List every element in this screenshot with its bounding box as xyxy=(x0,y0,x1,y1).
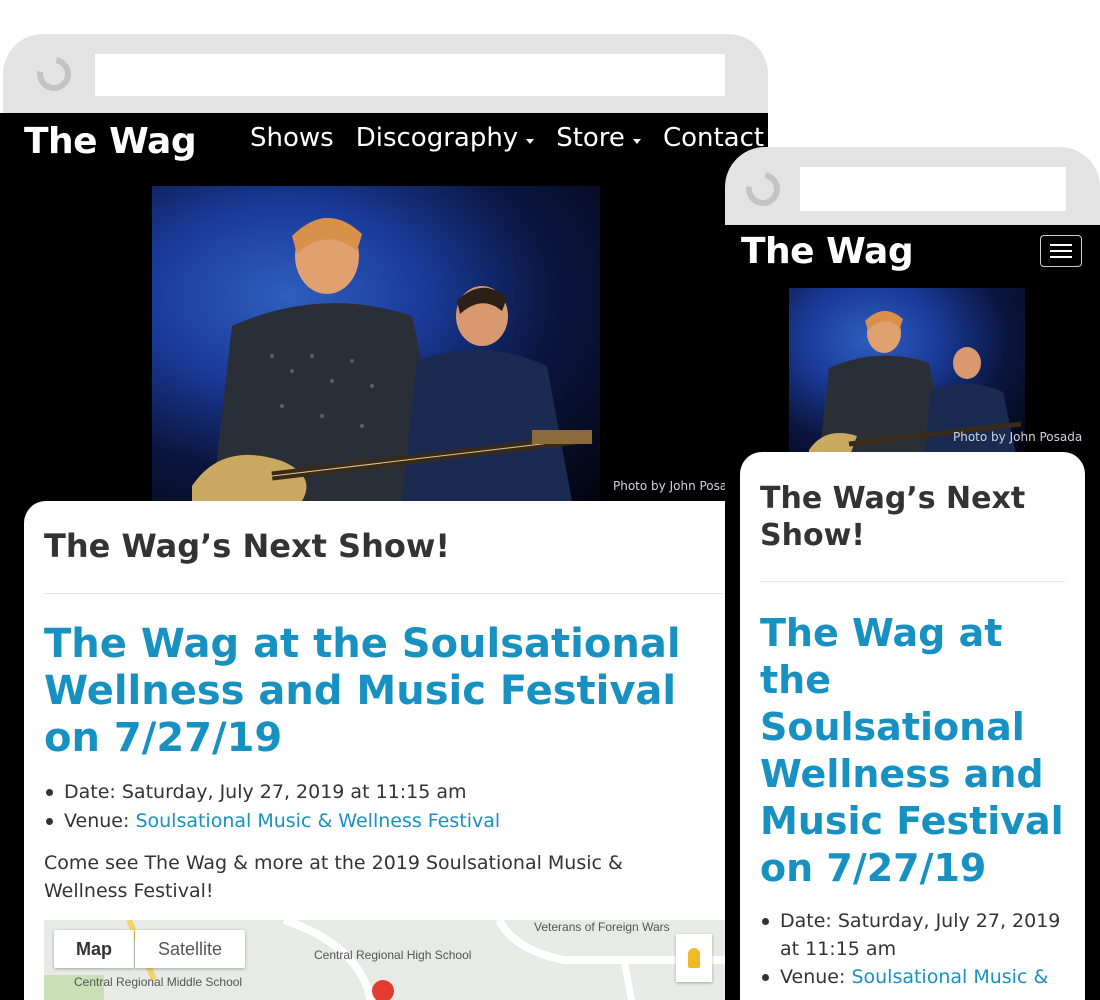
desktop-page: The Wag Shows Discography Store Contact xyxy=(0,113,768,1000)
map-label-middle-school: Central Regional Middle School xyxy=(74,975,243,989)
nav-store[interactable]: Store xyxy=(556,123,641,153)
next-show-card: The Wag’s Next Show! The Wag at the Soul… xyxy=(24,501,768,1000)
mobile-address-bar[interactable] xyxy=(800,167,1066,211)
nav-discography[interactable]: Discography xyxy=(356,123,535,153)
desktop-address-bar[interactable] xyxy=(95,54,725,96)
event-venue: Venue: Soulsational Music & xyxy=(740,963,1070,991)
venue-label: Venue: xyxy=(64,810,130,832)
map-type-satellite-button[interactable]: Satellite xyxy=(135,930,245,968)
event-details: Date: Saturday, July 27, 2019 at 11:15 a… xyxy=(740,907,1070,991)
photo-credit: Photo by John Posad xyxy=(613,479,735,493)
nav-shows-label: Shows xyxy=(250,123,334,153)
dropdown-caret-icon xyxy=(632,138,641,144)
hamburger-menu-icon[interactable] xyxy=(1040,235,1082,267)
event-date: Date: Saturday, July 27, 2019 at 11:15 a… xyxy=(740,907,1070,963)
divider xyxy=(760,581,1065,582)
date-label: Date: xyxy=(780,910,832,932)
date-value: Saturday, July 27, 2019 at 11:15 am xyxy=(121,781,467,803)
date-label: Date: xyxy=(64,781,116,803)
next-show-card: The Wag’s Next Show! The Wag at the Soul… xyxy=(740,452,1085,1000)
page-title: The Wag’s Next Show! xyxy=(760,481,1026,553)
nav-store-label: Store xyxy=(556,123,625,153)
street-view-control[interactable] xyxy=(676,934,712,982)
hero-photo-illustration xyxy=(192,217,593,501)
nav-shows[interactable]: Shows xyxy=(250,123,334,153)
page-title: The Wag’s Next Show! xyxy=(44,527,450,565)
event-title[interactable]: The Wag at the Soulsational Wellness and… xyxy=(44,621,734,763)
pegman-icon xyxy=(688,948,700,968)
hero-photo xyxy=(152,186,600,501)
nav-discography-label: Discography xyxy=(355,123,519,153)
event-details: Date: Saturday, July 27, 2019 at 11:15 a… xyxy=(24,778,724,836)
venue-map[interactable]: Map Satellite Veterans of Foreign Wars C… xyxy=(44,920,744,1000)
event-date: Date: Saturday, July 27, 2019 at 11:15 a… xyxy=(24,778,724,807)
venue-link[interactable]: Soulsational Music & Wellness Festival xyxy=(135,810,500,832)
divider xyxy=(44,593,724,594)
main-nav: Shows Discography Store Contact xyxy=(250,123,764,153)
dropdown-caret-icon xyxy=(526,138,535,144)
venue-label: Venue: xyxy=(780,966,846,988)
event-description: Come see The Wag & more at the 2019 Soul… xyxy=(44,852,623,902)
map-label-vfw: Veterans of Foreign Wars xyxy=(534,920,670,934)
map-label-high-school: Central Regional High School xyxy=(314,948,472,962)
venue-link[interactable]: Soulsational Music & xyxy=(851,966,1048,988)
nav-contact[interactable]: Contact xyxy=(663,123,764,153)
site-brand[interactable]: The Wag xyxy=(741,231,914,272)
mobile-page: The Wag Photo by John Posada The Wag’s N… xyxy=(725,225,1100,1000)
nav-contact-label: Contact xyxy=(662,123,765,153)
map-type-map-button[interactable]: Map xyxy=(54,930,134,968)
event-title[interactable]: The Wag at the Soulsational Wellness and… xyxy=(760,610,1070,892)
site-brand[interactable]: The Wag xyxy=(24,121,197,162)
event-venue: Venue: Soulsational Music & Wellness Fes… xyxy=(24,807,724,836)
photo-credit: Photo by John Posada xyxy=(953,430,1083,444)
